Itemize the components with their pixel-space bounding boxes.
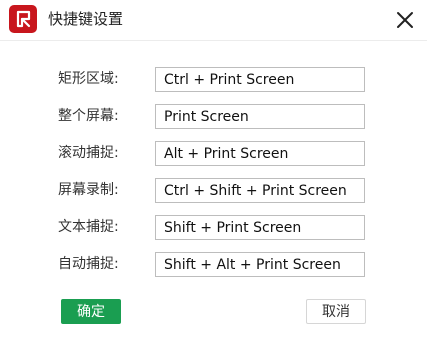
- confirm-button[interactable]: 确定: [61, 299, 121, 324]
- hotkey-field-text-capture[interactable]: [155, 215, 365, 240]
- hotkey-field-scroll-capture[interactable]: [155, 141, 365, 166]
- hotkey-field-auto-capture[interactable]: [155, 252, 365, 277]
- close-icon: [397, 12, 413, 28]
- label-rect-region: 矩形区域:: [58, 71, 119, 87]
- title-bar: 快捷键设置: [0, 0, 427, 41]
- hotkey-field-rect-region[interactable]: [155, 67, 365, 92]
- hotkey-field-screen-record[interactable]: [155, 178, 365, 203]
- label-auto-capture: 自动捕捉:: [58, 256, 119, 272]
- label-scroll-capture: 滚动捕捉:: [58, 145, 119, 161]
- cancel-button[interactable]: 取消: [306, 299, 366, 324]
- dialog-title: 快捷键设置: [48, 10, 124, 28]
- app-logo-icon: [9, 5, 37, 33]
- label-text-capture: 文本捕捉:: [58, 219, 119, 235]
- close-button[interactable]: [395, 10, 415, 30]
- label-full-screen: 整个屏幕:: [58, 108, 119, 124]
- hotkey-field-full-screen[interactable]: [155, 104, 365, 129]
- label-screen-record: 屏幕录制:: [58, 182, 119, 198]
- hotkey-settings-dialog: 快捷键设置 矩形区域: 整个屏幕: 滚动捕捉: 屏幕录制: 文本捕捉: 自动捕捉…: [0, 0, 427, 355]
